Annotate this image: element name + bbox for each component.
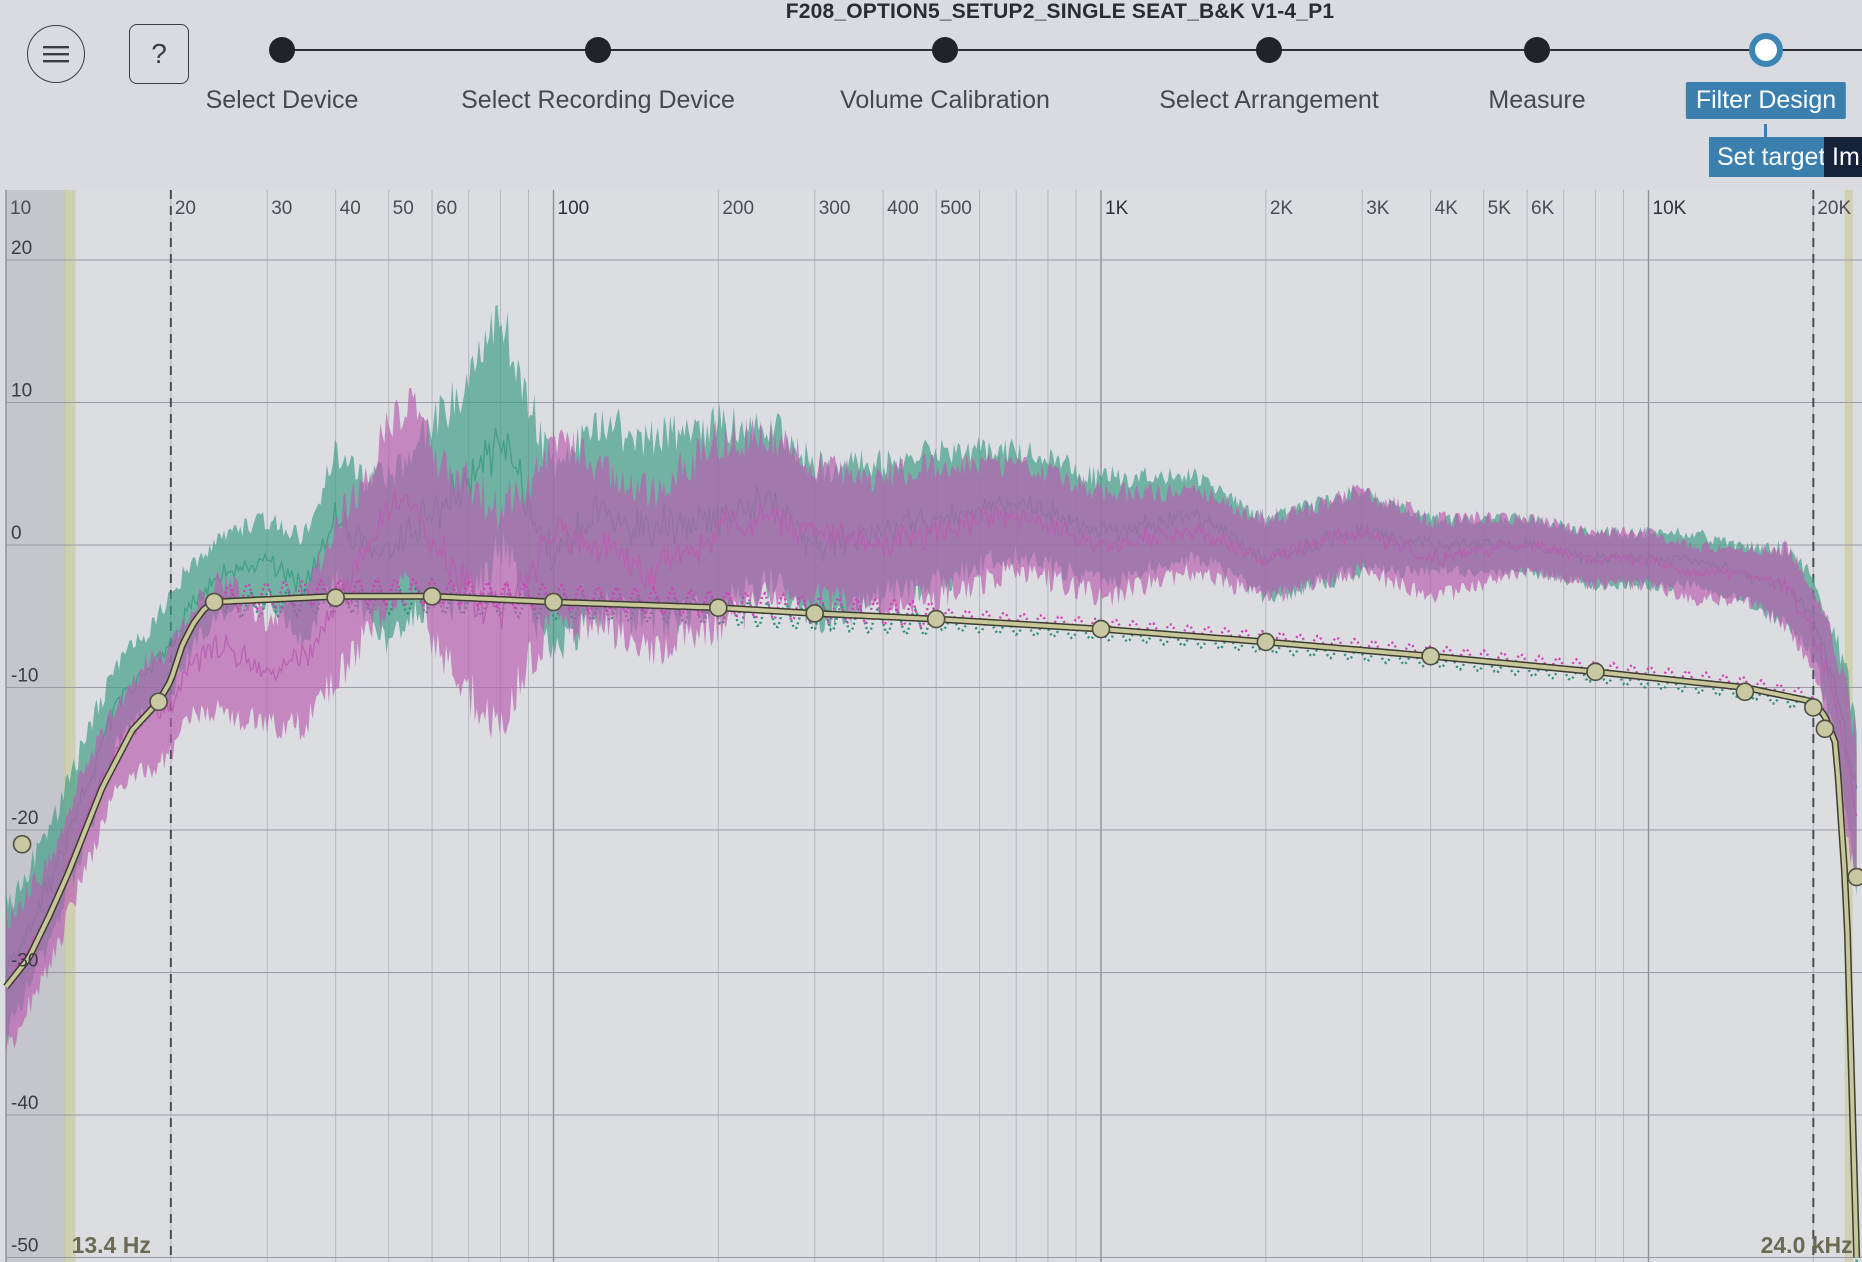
target-control-point[interactable] [805,604,825,623]
target-control-point[interactable] [1735,682,1755,702]
db-tick-label: 0 [11,523,22,544]
frequency-response-chart[interactable]: 10 20 30 40 50 60 100 200 300 400 500 1K 2K 3K 4K 5K 6K 1… [0,190,1862,1262]
help-icon: ? [151,38,167,69]
target-control-point[interactable] [1091,619,1111,639]
frequency-tick-label: 40 [340,198,361,219]
import-button[interactable]: Im [1824,137,1862,177]
frequency-tick-label: 500 [940,198,972,219]
frequency-tick-label: 50 [393,198,414,219]
target-control-point[interactable] [149,692,168,712]
frequency-tick-label: 10K [1653,198,1687,219]
set-target-button[interactable]: Set target [1709,137,1834,177]
target-control-point[interactable] [1804,698,1823,717]
response-band-measurement-magenta [6,387,1857,1056]
wizard-progress-line [282,49,1862,51]
frequency-tick-label: 1K [1105,198,1129,219]
frequency-tick-label: 20K [1817,198,1851,219]
frequency-tick-label: 60 [436,198,457,219]
hamburger-menu-icon [43,46,69,63]
step-measure[interactable]: Measure [1488,86,1585,115]
active-step-connector [1764,124,1767,138]
target-control-point[interactable] [709,598,728,618]
step-dot-measure[interactable] [1524,37,1550,63]
db-tick-label: -20 [11,808,38,829]
step-volume-calibration[interactable]: Volume Calibration [840,86,1050,115]
db-tick-label: -30 [11,951,38,972]
frequency-tick-label: 100 [558,198,590,219]
frequency-tick-label: 2K [1270,198,1294,219]
target-control-point[interactable] [1421,646,1440,666]
frequency-tick-label: 300 [819,198,851,219]
db-tick-label: -50 [11,1236,38,1257]
step-dot-volume-calibration[interactable] [932,37,958,63]
step-select-recording-device[interactable]: Select Recording Device [461,86,735,115]
frequency-tick-label: 400 [887,198,919,219]
low-limit-bar [63,190,76,1262]
step-filter-design[interactable]: Filter Design [1685,82,1847,119]
frequency-tick-label: 5K [1488,198,1512,219]
lower-bound-label: 13.4 Hz [72,1232,151,1258]
menu-button[interactable] [27,25,85,83]
target-control-point[interactable] [1256,632,1276,652]
db-tick-label: 10 [11,381,32,402]
target-control-point[interactable] [422,586,442,606]
target-control-point[interactable] [12,834,32,854]
help-button[interactable]: ? [129,24,189,84]
step-dot-select-recording-device[interactable] [585,37,611,63]
frequency-tick-label: 30 [271,198,292,219]
target-control-point[interactable] [1815,719,1835,739]
step-dot-select-device[interactable] [269,37,295,63]
db-tick-label: -40 [11,1093,38,1114]
target-control-point[interactable] [1847,867,1862,887]
upper-bound-label: 24.0 kHz [1761,1232,1853,1258]
target-control-point[interactable] [926,609,946,629]
project-title: F208_OPTION5_SETUP2_SINGLE SEAT_B&K V1-4… [785,0,1335,23]
target-control-point[interactable] [204,592,224,612]
target-control-point[interactable] [544,592,563,612]
step-dot-select-arrangement[interactable] [1256,37,1282,63]
db-tick-label: -10 [11,666,38,687]
db-tick-label: 20 [11,238,32,259]
frequency-tick-label: 200 [722,198,754,219]
step-select-device[interactable]: Select Device [206,86,359,115]
frequency-tick-label: 6K [1531,198,1555,219]
target-control-point[interactable] [326,588,345,608]
target-control-point[interactable] [1586,662,1605,682]
frequency-tick-label: 3K [1366,198,1390,219]
frequency-tick-label: 10 [10,198,31,219]
step-select-arrangement[interactable]: Select Arrangement [1159,86,1379,115]
frequency-tick-label: 4K [1435,198,1459,219]
step-dot-filter-design[interactable] [1749,33,1783,67]
frequency-tick-label: 20 [175,198,196,219]
top-navigation-bar: F208_OPTION5_SETUP2_SINGLE SEAT_B&K V1-4… [0,0,1862,190]
